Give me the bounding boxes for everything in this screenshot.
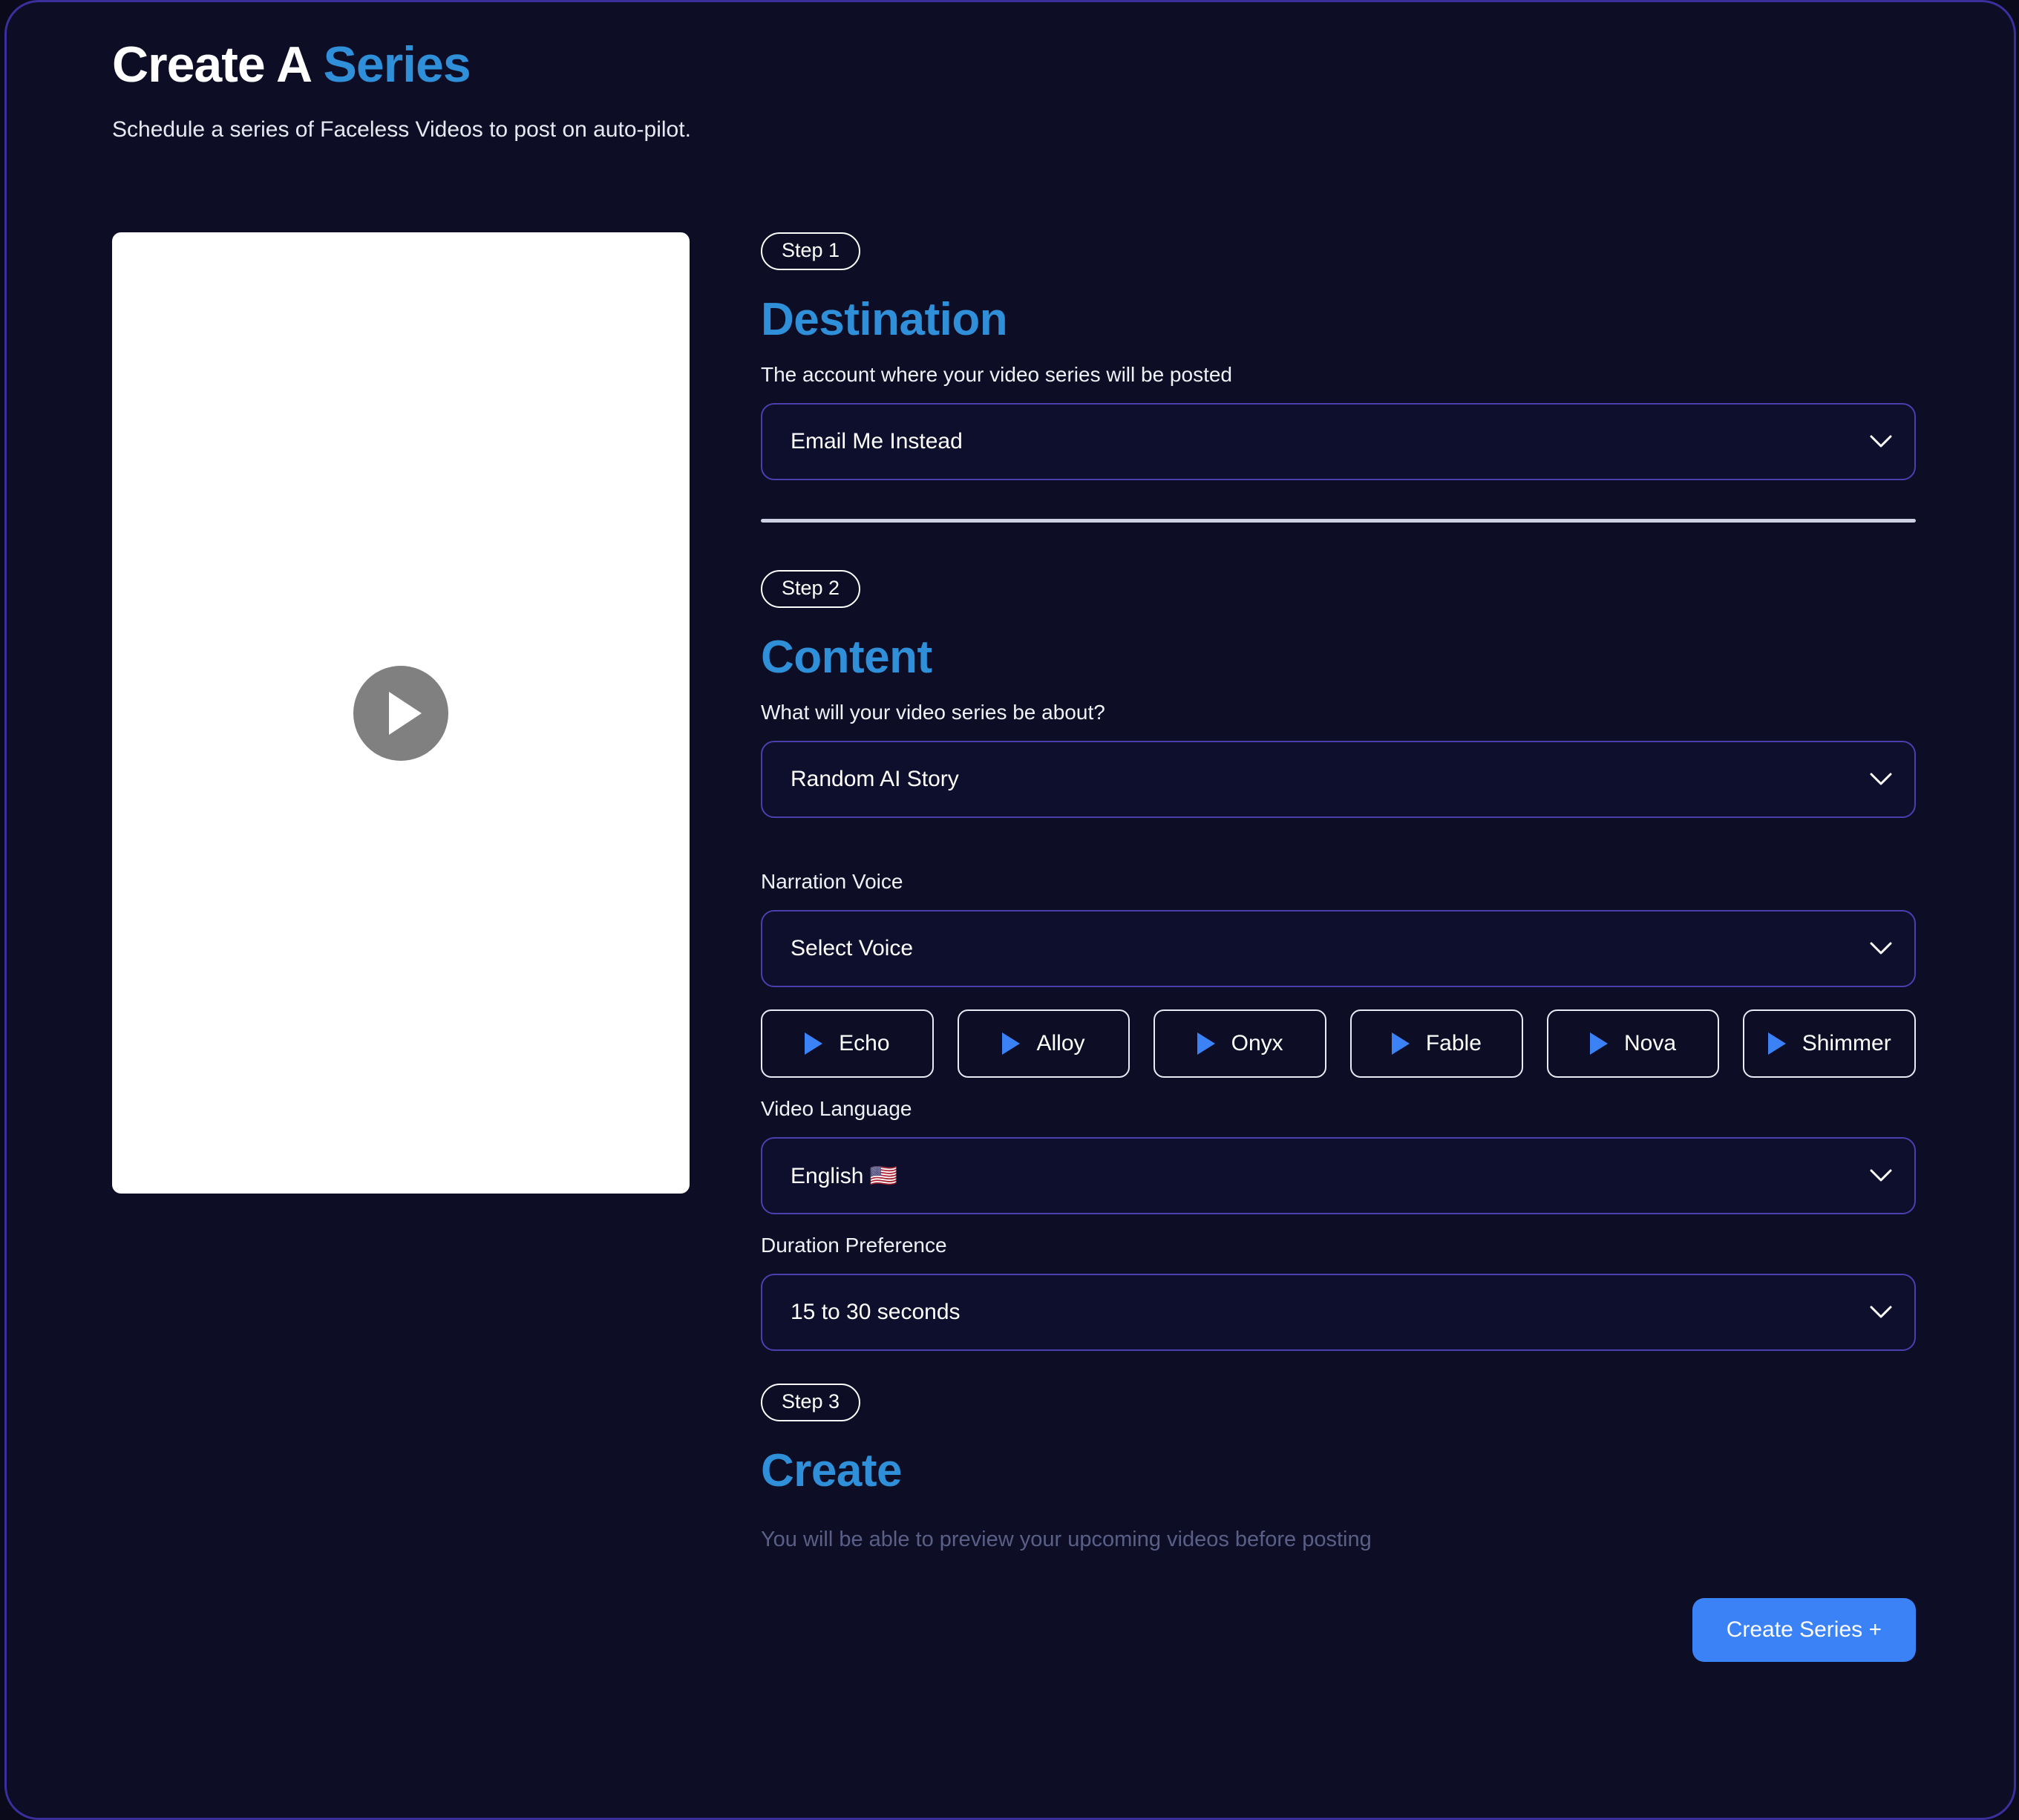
destination-field-label: The account where your video series will… (761, 363, 1233, 387)
voice-chip-nova[interactable]: Nova (1546, 1009, 1720, 1078)
destination-select-wrap: Email Me Instead (761, 403, 1916, 481)
duration-select[interactable]: 15 to 30 seconds (761, 1274, 1916, 1352)
narration-voice-label: Narration Voice (761, 870, 903, 894)
play-icon (805, 1032, 823, 1055)
page-subtitle: Schedule a series of Faceless Videos to … (112, 117, 691, 143)
video-preview-column (112, 232, 690, 1194)
cta-row: Create Series + (761, 1598, 1916, 1663)
topic-field-label: What will your video series be about? (761, 701, 1105, 724)
voice-chip-alloy[interactable]: Alloy (957, 1009, 1130, 1078)
voice-select-wrap: Select Voice (761, 910, 1916, 988)
voice-select[interactable]: Select Voice (761, 910, 1916, 988)
page-title-accent: Series (323, 36, 471, 93)
video-language-label: Video Language (761, 1097, 912, 1121)
play-icon (1002, 1032, 1021, 1055)
app-window: Create A Series Schedule a series of Fac… (4, 0, 2016, 1820)
step-2-badge: Step 2 (761, 570, 861, 609)
step-3-badge: Step 3 (761, 1384, 861, 1422)
voice-chip-label: Onyx (1231, 1031, 1283, 1056)
duration-preference-label: Duration Preference (761, 1234, 947, 1257)
play-icon (1590, 1032, 1608, 1055)
voice-chip-label: Shimmer (1802, 1031, 1891, 1056)
language-select-wrap: English 🇺🇸 (761, 1137, 1916, 1215)
step-3-heading: Create (761, 1445, 903, 1497)
topic-select-wrap: Random AI Story (761, 741, 1916, 819)
step-2-section: Step 2 Content What will your video seri… (761, 570, 1917, 1352)
main-content: Step 1 Destination The account where you… (112, 232, 1917, 1663)
create-series-button[interactable]: Create Series + (1692, 1598, 1916, 1663)
topic-select[interactable]: Random AI Story (761, 741, 1916, 819)
series-form: Step 1 Destination The account where you… (761, 232, 1917, 1663)
duration-select-wrap: 15 to 30 seconds (761, 1274, 1916, 1352)
voice-chip-label: Alloy (1036, 1031, 1085, 1056)
play-icon (1197, 1032, 1215, 1055)
step-2-heading: Content (761, 632, 932, 684)
voice-chip-fable[interactable]: Fable (1350, 1009, 1523, 1078)
voice-preview-row: Echo Alloy Onyx Fable Nova Shimmer (761, 1009, 1917, 1078)
voice-chip-shimmer[interactable]: Shimmer (1743, 1009, 1917, 1078)
voice-chip-echo[interactable]: Echo (761, 1009, 934, 1078)
page-title: Create A Series (112, 36, 1894, 93)
step-1-badge: Step 1 (761, 232, 861, 270)
destination-select[interactable]: Email Me Instead (761, 403, 1916, 481)
play-icon (1767, 1032, 1786, 1055)
create-note: You will be able to preview your upcomin… (761, 1528, 1372, 1552)
play-icon[interactable] (353, 665, 448, 761)
voice-chip-label: Fable (1425, 1031, 1482, 1056)
step-3-section: Step 3 Create You will be able to previe… (761, 1384, 1916, 1663)
step-1-heading: Destination (761, 294, 1008, 345)
voice-chip-label: Nova (1624, 1031, 1677, 1056)
play-icon (1391, 1032, 1410, 1055)
voice-chip-onyx[interactable]: Onyx (1154, 1009, 1327, 1078)
page-header: Create A Series Schedule a series of Fac… (112, 36, 1894, 143)
page-title-main: Create A (112, 36, 311, 93)
video-preview-card[interactable] (112, 232, 690, 1194)
voice-chip-label: Echo (839, 1031, 890, 1056)
play-triangle-icon (389, 691, 422, 735)
step-1-section: Step 1 Destination The account where you… (761, 232, 1916, 481)
language-select[interactable]: English 🇺🇸 (761, 1137, 1916, 1215)
